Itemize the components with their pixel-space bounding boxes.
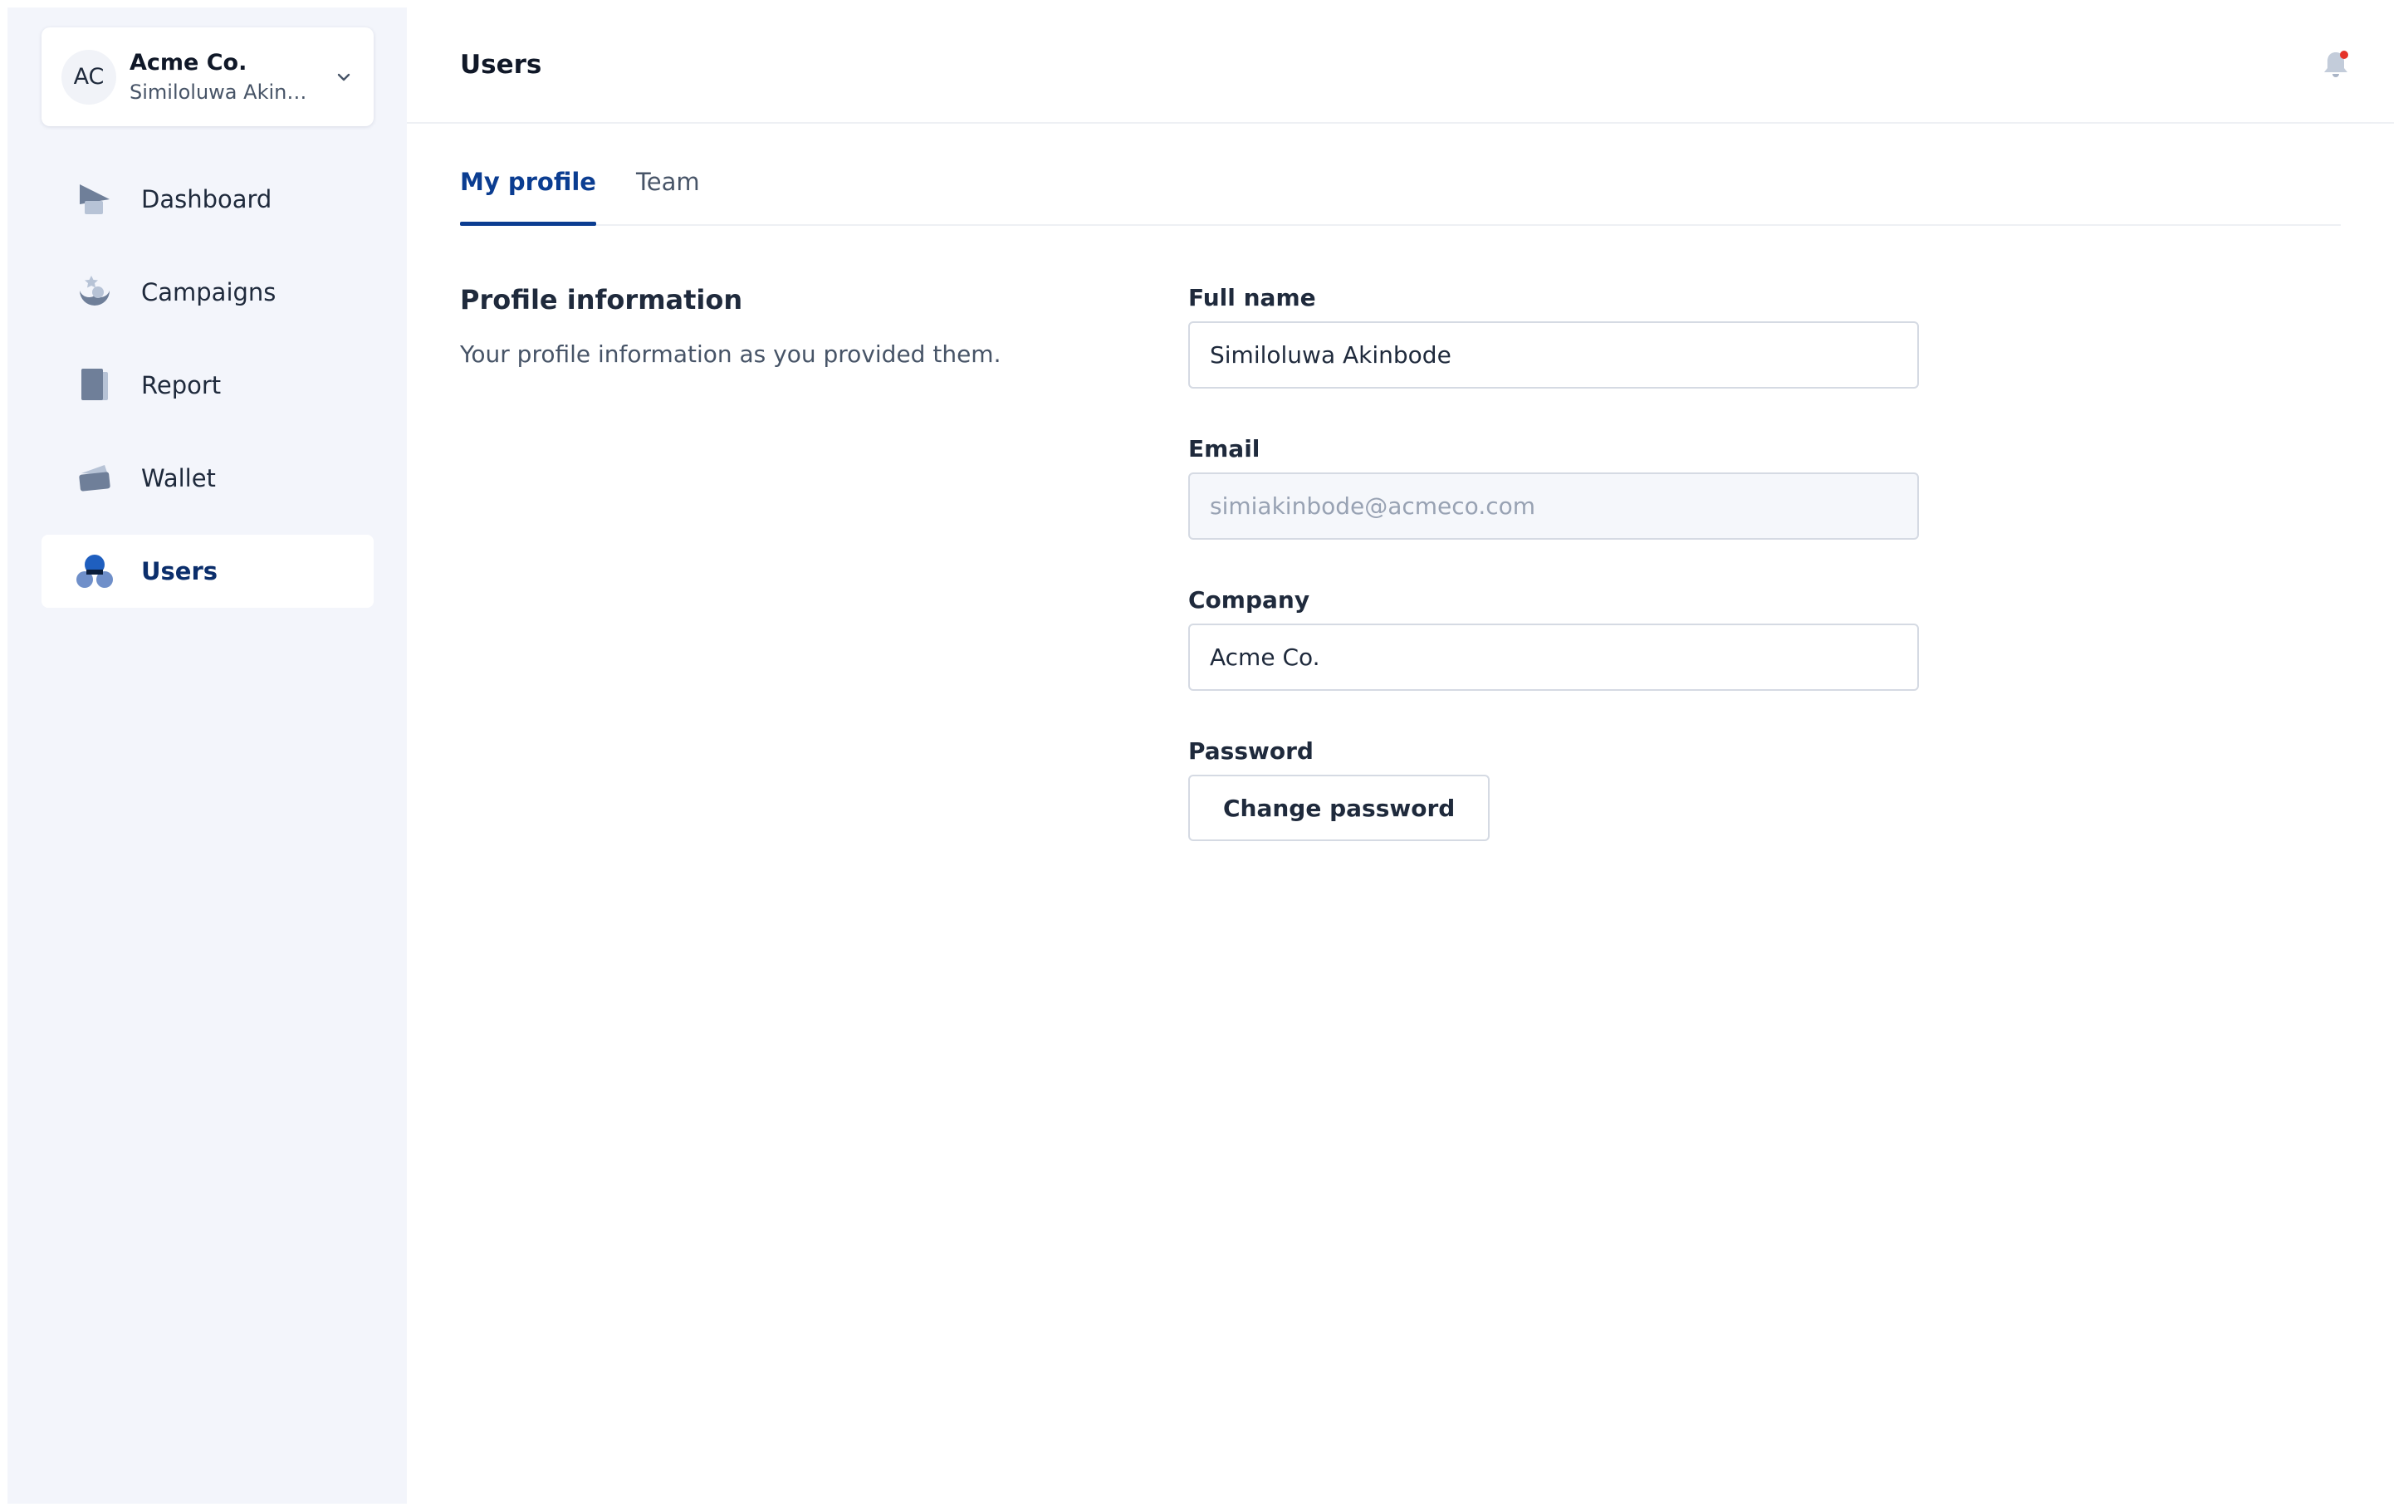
- wallet-icon: [75, 458, 115, 498]
- sidebar-item-label: Dashboard: [141, 185, 272, 213]
- sidebar-item-campaigns[interactable]: Campaigns: [42, 256, 374, 329]
- section-subtitle: Your profile information as you provided…: [460, 340, 1001, 368]
- dashboard-icon: [75, 179, 115, 219]
- org-avatar: AC: [61, 49, 116, 105]
- tab-team[interactable]: Team: [636, 168, 700, 224]
- sidebar-item-report[interactable]: Report: [42, 349, 374, 422]
- campaigns-icon: [75, 272, 115, 312]
- change-password-button[interactable]: Change password: [1188, 775, 1490, 841]
- section-intro: Profile information Your profile informa…: [460, 284, 1108, 368]
- sidebar-nav: Dashboard Campaigns Report Wallet Users: [42, 163, 374, 608]
- org-switcher[interactable]: AC Acme Co. Similoluwa Akinb...: [42, 27, 374, 126]
- email-group: Email: [1188, 435, 1919, 540]
- email-input: [1188, 472, 1919, 540]
- sidebar-item-dashboard[interactable]: Dashboard: [42, 163, 374, 236]
- section-title: Profile information: [460, 284, 743, 316]
- full-name-label: Full name: [1188, 284, 1316, 311]
- page-title: Users: [460, 50, 542, 80]
- password-label: Password: [1188, 737, 1314, 765]
- sidebar-item-label: Campaigns: [141, 278, 277, 306]
- profile-section: Profile information Your profile informa…: [407, 226, 2394, 1222]
- sidebar-item-label: Wallet: [141, 464, 216, 492]
- main-content: Users My profile Team Profile informatio…: [407, 7, 2394, 1504]
- app-window: AC Acme Co. Similoluwa Akinb... Dashboar…: [7, 7, 2394, 1504]
- profile-form: Full name Email Company Password Change …: [1188, 284, 1919, 888]
- users-icon: [75, 551, 115, 591]
- email-label: Email: [1188, 435, 1260, 462]
- org-user-name: Similoluwa Akinb...: [130, 81, 312, 105]
- profile-tabs: My profile Team: [460, 124, 2341, 226]
- sidebar-item-label: Report: [141, 371, 222, 399]
- full-name-group: Full name: [1188, 284, 1919, 389]
- company-group: Company: [1188, 586, 1919, 691]
- sidebar: AC Acme Co. Similoluwa Akinb... Dashboar…: [7, 7, 407, 1504]
- sidebar-item-label: Users: [141, 557, 218, 585]
- company-input[interactable]: [1188, 624, 1919, 691]
- top-bar: Users: [407, 7, 2394, 124]
- company-label: Company: [1188, 586, 1310, 614]
- chevron-down-icon[interactable]: [335, 71, 352, 83]
- sidebar-item-users[interactable]: Users: [42, 535, 374, 608]
- org-name: Acme Co.: [130, 49, 247, 76]
- password-group: Password Change password: [1188, 737, 1919, 841]
- full-name-input[interactable]: [1188, 321, 1919, 389]
- tab-my-profile[interactable]: My profile: [460, 168, 596, 226]
- sidebar-item-wallet[interactable]: Wallet: [42, 442, 374, 515]
- bell-icon[interactable]: [2319, 48, 2352, 81]
- org-info: Acme Co. Similoluwa Akinb...: [130, 49, 312, 105]
- report-icon: [75, 365, 115, 405]
